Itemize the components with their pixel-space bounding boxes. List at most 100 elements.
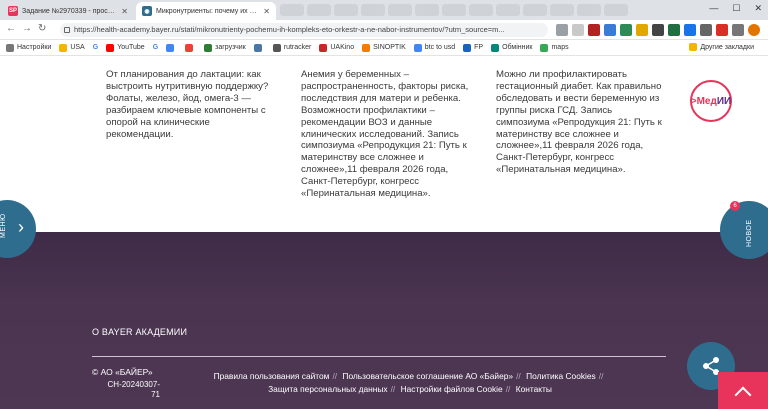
reload-icon[interactable]: ↻ bbox=[38, 23, 46, 34]
folder-icon bbox=[59, 43, 68, 52]
collapsed-tab[interactable] bbox=[469, 4, 493, 16]
url-text: https://health-academy.bayer.ru/stati/mi… bbox=[74, 25, 505, 34]
collapsed-tab[interactable] bbox=[280, 4, 304, 16]
bookmark-item[interactable]: Обмінник bbox=[491, 43, 532, 52]
collapsed-tab[interactable] bbox=[604, 4, 628, 16]
vk-icon bbox=[253, 43, 262, 52]
web-page: От планирования до лактации: как выстрои… bbox=[0, 56, 768, 409]
medii-logo[interactable]: >Мед ИИ bbox=[690, 80, 732, 122]
sp-favicon-icon: SP bbox=[8, 6, 18, 16]
menu-dots-icon[interactable]: ⋮ bbox=[764, 24, 768, 36]
collapsed-tab[interactable] bbox=[388, 4, 412, 16]
puzzle-icon[interactable] bbox=[732, 24, 744, 36]
chevron-up-icon bbox=[734, 386, 752, 403]
address-bar-row: ← → ↻ https://health-academy.bayer.ru/st… bbox=[0, 20, 768, 40]
back-icon[interactable]: ← bbox=[6, 23, 16, 34]
bookmark-item[interactable]: G bbox=[153, 44, 158, 51]
tab-task[interactable]: SP Задание №2970339 - просмотр з ✕ bbox=[2, 2, 134, 20]
collapsed-tabs bbox=[280, 4, 628, 16]
contacts-link[interactable]: Контакты bbox=[516, 384, 552, 394]
weather-icon bbox=[362, 43, 371, 52]
bookmark-item[interactable]: UAKino bbox=[319, 43, 354, 52]
other-bookmarks[interactable]: Другие закладки bbox=[689, 43, 754, 51]
collapsed-tab[interactable] bbox=[415, 4, 439, 16]
collapsed-tab[interactable] bbox=[523, 4, 547, 16]
news-label: НОВОЕ bbox=[746, 219, 753, 247]
extension-icon[interactable] bbox=[620, 24, 632, 36]
extension-icon[interactable] bbox=[588, 24, 600, 36]
extension-icon[interactable] bbox=[716, 24, 728, 36]
avatar[interactable] bbox=[748, 24, 760, 36]
bookmark-item[interactable] bbox=[185, 43, 196, 52]
drive-icon bbox=[166, 43, 175, 52]
extension-icon[interactable] bbox=[684, 24, 696, 36]
bookmark-star-icon[interactable] bbox=[572, 24, 584, 36]
uakino-icon bbox=[319, 43, 328, 52]
collapsed-tab[interactable] bbox=[550, 4, 574, 16]
collapsed-tab[interactable] bbox=[334, 4, 358, 16]
tab-active-article[interactable]: ◉ Микронутриенты: почему их кол ✕ bbox=[136, 2, 276, 20]
tracker-icon bbox=[272, 43, 281, 52]
bookmark-item[interactable]: SINOPTIK bbox=[362, 43, 406, 52]
bookmark-item[interactable]: FP bbox=[463, 43, 483, 52]
collapsed-tab[interactable] bbox=[496, 4, 520, 16]
user-agreement-link[interactable]: Пользовательское соглашение АО «Байер» bbox=[342, 371, 513, 381]
privacy-link[interactable]: Защита персональных данных bbox=[268, 384, 388, 394]
youtube-icon bbox=[106, 43, 115, 52]
separator: // bbox=[390, 384, 396, 394]
news-badge: 6 bbox=[730, 201, 740, 211]
close-window-icon[interactable]: ✕ bbox=[754, 3, 762, 14]
extension-icon[interactable] bbox=[604, 24, 616, 36]
bookmark-item[interactable]: загрузчик bbox=[204, 43, 246, 52]
gear-icon bbox=[6, 43, 14, 52]
bookmark-item[interactable]: YouTube bbox=[106, 43, 145, 52]
cookie-policy-link[interactable]: Политика Cookies bbox=[526, 371, 596, 381]
bookmark-item[interactable]: maps bbox=[540, 43, 569, 52]
close-icon[interactable]: ✕ bbox=[263, 7, 270, 16]
article-card-anemia[interactable]: Анемия у беременных – распространенность… bbox=[301, 69, 473, 200]
articles-section: От планирования до лактации: как выстрои… bbox=[0, 56, 768, 232]
bookmark-item[interactable]: rutracker bbox=[272, 43, 311, 52]
bookmark-item[interactable]: Настройки bbox=[6, 43, 51, 52]
url-input[interactable]: https://health-academy.bayer.ru/stati/mi… bbox=[60, 23, 548, 37]
bookmark-item[interactable] bbox=[166, 43, 177, 52]
window-controls: — ☐ ✕ bbox=[709, 3, 762, 14]
terms-link[interactable]: Правила пользования сайтом bbox=[214, 371, 330, 381]
chevron-right-icon: › bbox=[18, 217, 24, 237]
extension-icon[interactable] bbox=[668, 24, 680, 36]
separator: // bbox=[598, 371, 604, 381]
collapsed-tab[interactable] bbox=[442, 4, 466, 16]
mail-icon bbox=[185, 43, 194, 52]
separator: // bbox=[505, 384, 511, 394]
close-icon[interactable]: ✕ bbox=[121, 7, 128, 16]
separator: // bbox=[516, 371, 521, 381]
minimize-icon[interactable]: — bbox=[709, 3, 718, 14]
scroll-top-button[interactable] bbox=[718, 372, 768, 409]
version-code: CH-20240307-71 bbox=[107, 380, 160, 399]
exchange-icon bbox=[491, 43, 500, 52]
footer-links: Правила пользования сайтом // Пользовател… bbox=[190, 370, 630, 396]
bookmark-item[interactable]: G bbox=[93, 44, 98, 51]
extension-icon[interactable] bbox=[636, 24, 648, 36]
google-icon bbox=[413, 43, 422, 52]
bookmark-item[interactable]: btc to usd bbox=[413, 43, 455, 52]
bookmark-item[interactable]: USA bbox=[59, 43, 85, 52]
footer: О BAYER АКАДЕМИИ © АО «БАЙЕР» CH-2024030… bbox=[0, 232, 768, 409]
share-page-icon[interactable] bbox=[556, 24, 568, 36]
maximize-icon[interactable]: ☐ bbox=[732, 3, 740, 14]
extension-icon[interactable] bbox=[652, 24, 664, 36]
tab-title: Микронутриенты: почему их кол bbox=[156, 7, 260, 15]
collapsed-tab[interactable] bbox=[577, 4, 601, 16]
article-card-diabetes[interactable]: Можно ли профилактировать гестационный д… bbox=[496, 69, 668, 176]
cookie-settings-link[interactable]: Настройки файлов Cookie bbox=[401, 384, 503, 394]
collapsed-tab[interactable] bbox=[307, 4, 331, 16]
article-card-nutrition[interactable]: От планирования до лактации: как выстрои… bbox=[106, 69, 278, 140]
collapsed-tab[interactable] bbox=[361, 4, 385, 16]
browser-tab-strip: SP Задание №2970339 - просмотр з ✕ ◉ Мик… bbox=[0, 0, 768, 20]
forward-icon[interactable]: → bbox=[22, 23, 32, 34]
site-favicon-icon: ◉ bbox=[142, 6, 152, 16]
extension-icon[interactable] bbox=[700, 24, 712, 36]
bookmark-item[interactable] bbox=[253, 43, 265, 52]
about-academy-link[interactable]: О BAYER АКАДЕМИИ bbox=[92, 327, 187, 337]
copyright: © АО «БАЙЕР» bbox=[92, 367, 153, 377]
